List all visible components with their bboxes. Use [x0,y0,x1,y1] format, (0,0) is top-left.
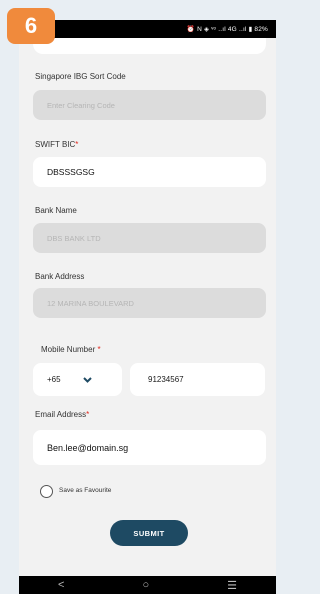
previous-field[interactable] [33,38,266,54]
swift-bic-input[interactable]: DBSSSGSG [33,157,266,187]
phone-screen: ⏰ N ◈ ᵛᵒ ..ıl 4G ..ıl ▮ 82% Singapore IB… [19,20,276,594]
email-label: Email Address* [35,410,90,419]
submit-button[interactable]: SUBMIT [110,520,188,546]
ibg-sort-code-input[interactable]: Enter Clearing Code [33,90,266,120]
status-bar-text: ⏰ N ◈ ᵛᵒ ..ıl 4G ..ıl ▮ 82% [186,26,268,33]
android-nav-bar: < ○ ☰ [19,576,276,594]
bank-name-input: DBS BANK LTD [33,223,266,253]
bank-name-label: Bank Name [35,206,77,215]
swift-label: SWIFT BIC* [35,140,79,149]
mobile-required-mark: * [97,345,101,354]
country-code-select[interactable]: +65 [33,363,122,396]
bank-name-value: DBS BANK LTD [47,233,101,243]
country-code-value: +65 [47,375,61,384]
recents-icon[interactable]: ☰ [227,579,237,592]
status-bar: ⏰ N ◈ ᵛᵒ ..ıl 4G ..ıl ▮ 82% [19,20,276,38]
bank-address-value: 12 MARINA BOULEVARD [47,298,134,308]
home-icon[interactable]: ○ [142,579,149,591]
email-value: Ben.lee@domain.sg [47,442,129,453]
ibg-label: Singapore IBG Sort Code [35,72,126,81]
email-input[interactable]: Ben.lee@domain.sg [33,430,266,465]
mobile-label: Mobile Number * [41,345,101,354]
swift-required-mark: * [75,140,79,149]
swift-value: DBSSSGSG [47,167,95,177]
save-favourite-radio[interactable] [40,485,53,498]
step-badge: 6 [7,8,55,44]
save-favourite-label: Save as Favourite [59,487,112,494]
ibg-placeholder: Enter Clearing Code [47,100,115,110]
chevron-down-icon [82,376,92,383]
mobile-number-value: 91234567 [148,375,184,384]
bank-address-label: Bank Address [35,272,85,281]
back-icon[interactable]: < [58,579,64,591]
email-required-mark: * [86,410,90,419]
mobile-number-input[interactable]: 91234567 [130,363,265,396]
bank-address-input: 12 MARINA BOULEVARD [33,288,266,318]
